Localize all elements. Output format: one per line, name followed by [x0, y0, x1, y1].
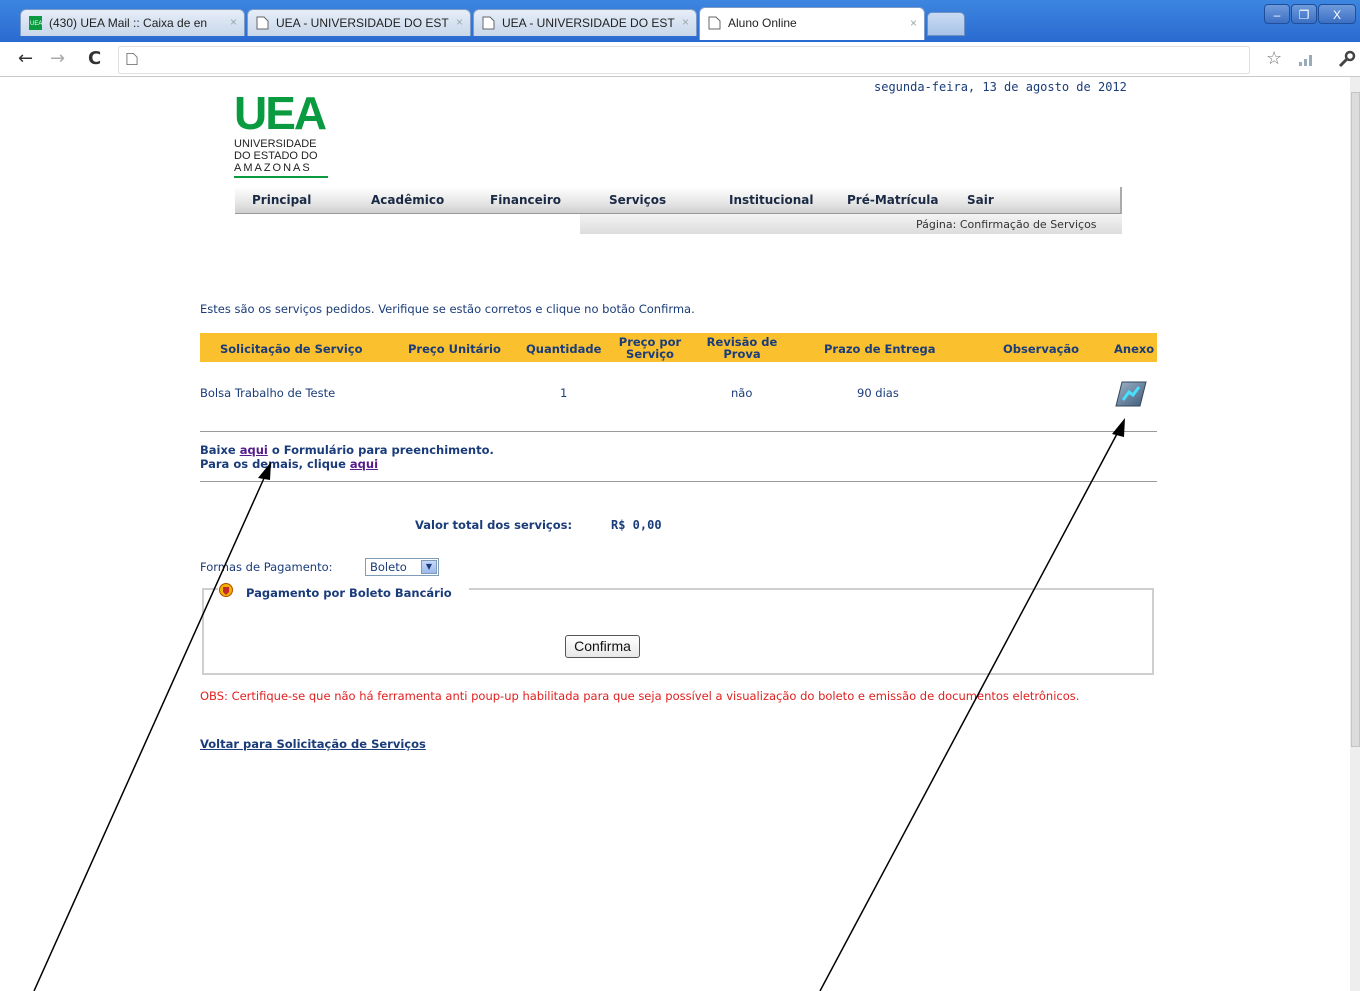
page-icon: [126, 53, 138, 65]
restore-button[interactable]: ❐: [1291, 4, 1317, 24]
th-prazo: Prazo de Entrega: [824, 342, 936, 356]
others-prefix: Para os demais, clique: [200, 457, 350, 471]
address-bar[interactable]: [118, 46, 1250, 74]
tab-label: UEA - UNIVERSIDADE DO EST: [276, 16, 449, 30]
forward-arrow-icon[interactable]: →: [50, 48, 65, 69]
boleto-legend: Pagamento por Boleto Bancário: [218, 582, 469, 600]
download-prefix: Baixe: [200, 443, 240, 457]
menu-institucional[interactable]: Institucional: [729, 193, 814, 207]
menu-pre-matricula[interactable]: Pré-Matrícula: [847, 193, 939, 207]
close-tab-icon[interactable]: ×: [910, 16, 917, 30]
services-table-header: Solicitação de Serviço Preço Unitário Qu…: [200, 333, 1157, 362]
current-date: segunda-feira, 13 de agosto de 2012: [874, 80, 1127, 94]
payment-select[interactable]: Boleto ▼: [365, 558, 439, 576]
warning-note: OBS: Certifique-se que não há ferramenta…: [200, 689, 1080, 703]
th-revisao: Revisão de Prova: [702, 336, 782, 360]
confirm-button[interactable]: Confirma: [565, 635, 640, 658]
others-line: Para os demais, clique aqui: [200, 457, 378, 471]
annotation-arrow-line: [819, 431, 1119, 991]
close-tab-icon[interactable]: ×: [456, 15, 463, 29]
back-arrow-icon[interactable]: ←: [18, 48, 33, 69]
signal-bars-icon: [1299, 55, 1312, 66]
th-preco-unitario: Preço Unitário: [408, 342, 501, 356]
reload-icon[interactable]: C: [88, 48, 101, 69]
annotation-arrow-line: [33, 475, 266, 991]
divider: [200, 431, 1157, 432]
scrollbar-thumb[interactable]: [1351, 92, 1360, 747]
boleto-legend-text: Pagamento por Boleto Bancário: [246, 586, 452, 600]
minimize-button[interactable]: –: [1264, 4, 1290, 24]
tab-uea-mail[interactable]: UEA (430) UEA Mail :: Caixa de en ×: [20, 9, 245, 36]
page-icon: [708, 16, 721, 30]
coat-of-arms-icon: [219, 583, 233, 597]
menu-academico[interactable]: Acadêmico: [371, 193, 444, 207]
logo-abbr: UEA: [234, 87, 327, 139]
th-servico: Solicitação de Serviço: [220, 342, 363, 356]
uea-favicon-icon: UEA: [29, 16, 42, 30]
intro-text: Estes são os serviços pedidos. Verifique…: [200, 302, 695, 316]
svg-text:UEA: UEA: [30, 21, 42, 27]
menu-sair[interactable]: Sair: [967, 193, 994, 207]
others-link[interactable]: aqui: [350, 457, 378, 471]
page-icon: [256, 16, 269, 30]
menu-principal[interactable]: Principal: [252, 193, 311, 207]
main-menu: Principal Acadêmico Financeiro Serviços …: [235, 187, 1122, 214]
cell-revisao: não: [731, 386, 753, 400]
browser-titlebar: UEA (430) UEA Mail :: Caixa de en × UEA …: [0, 0, 1360, 42]
logo-underline: [234, 176, 328, 178]
th-observacao: Observação: [1003, 342, 1080, 356]
logo-line-1: UNIVERSIDADE: [234, 138, 317, 150]
chevron-down-icon[interactable]: ▼: [421, 560, 437, 574]
boleto-fieldset: [202, 588, 1154, 675]
cell-prazo: 90 dias: [857, 386, 899, 400]
divider: [200, 481, 1157, 482]
logo-line-3: AMAZONAS: [234, 162, 312, 174]
tab-uea-1[interactable]: UEA - UNIVERSIDADE DO EST ×: [247, 9, 471, 36]
breadcrumb: Página: Confirmação de Serviços: [916, 218, 1097, 231]
cell-quantidade: 1: [560, 386, 568, 400]
payment-label: Formas de Pagamento:: [200, 560, 333, 574]
close-tab-icon[interactable]: ×: [682, 15, 689, 29]
th-quantidade: Quantidade: [526, 342, 602, 356]
download-suffix: o Formulário para preenchimento.: [267, 443, 494, 457]
uea-logo[interactable]: UEA UNIVERSIDADE DO ESTADO DO AMAZONAS: [234, 90, 330, 186]
annotation-arrowhead: [1112, 418, 1125, 437]
close-tab-icon[interactable]: ×: [230, 15, 237, 29]
tab-aluno-online[interactable]: Aluno Online ×: [699, 7, 925, 40]
tab-uea-2[interactable]: UEA - UNIVERSIDADE DO EST ×: [473, 9, 697, 36]
logo-line-2: DO ESTADO DO: [234, 150, 318, 162]
close-window-button[interactable]: X: [1318, 4, 1356, 24]
attachment-icon[interactable]: [1114, 380, 1148, 408]
tab-label: (430) UEA Mail :: Caixa de en: [49, 16, 208, 30]
th-anexo: Anexo: [1114, 342, 1155, 356]
tab-label: Aluno Online: [728, 16, 797, 30]
payment-selected-value: Boleto: [370, 560, 407, 574]
bookmark-star-icon[interactable]: ☆: [1266, 48, 1282, 69]
annotation-arrows: [33, 418, 1125, 991]
total-value: R$ 0,00: [611, 518, 662, 532]
cell-servico: Bolsa Trabalho de Teste: [200, 386, 336, 400]
menu-financeiro[interactable]: Financeiro: [490, 193, 561, 207]
menu-servicos[interactable]: Serviços: [609, 193, 666, 207]
tab-label: UEA - UNIVERSIDADE DO EST: [502, 16, 675, 30]
download-form-link[interactable]: aqui: [240, 443, 268, 457]
back-to-requests-link[interactable]: Voltar para Solicitação de Serviços: [200, 737, 426, 751]
total-label: Valor total dos serviços:: [415, 518, 573, 532]
th-preco-servico-line2: Serviço: [626, 347, 674, 361]
wrench-icon[interactable]: [1336, 50, 1356, 70]
download-line: Baixe aqui o Formulário para preenchimen…: [200, 443, 494, 457]
th-preco-servico: Preço por Serviço: [618, 336, 682, 360]
page-icon: [482, 16, 495, 30]
th-revisao-line2: Prova: [723, 347, 761, 361]
new-tab-button[interactable]: [927, 12, 965, 36]
